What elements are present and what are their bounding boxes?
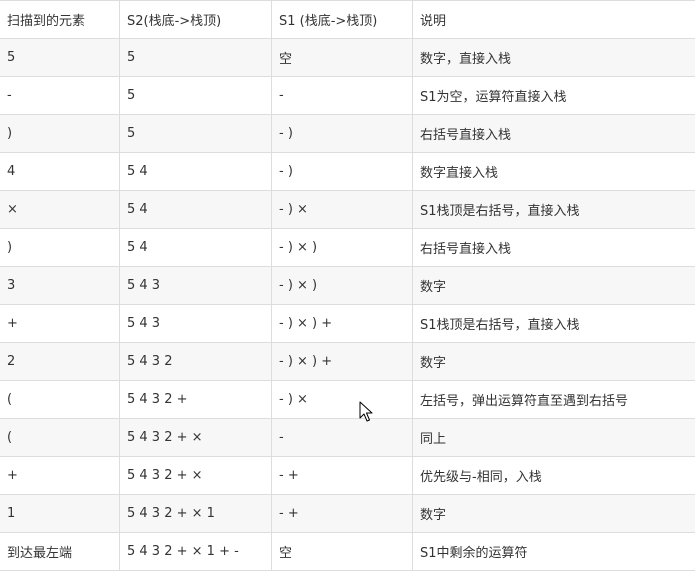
cell-s2-stack: 5 4 3 2 + × 1 xyxy=(119,494,272,533)
cell-scanned-element: 1 xyxy=(0,494,120,533)
table-row: (5 4 3 2 + - ) × 左括号，弹出运算符直至遇到右括号 xyxy=(0,380,695,419)
cell-scanned-element: ) xyxy=(0,114,120,153)
cell-s2-stack: 5 4 3 2 xyxy=(119,342,272,381)
cell-s2-stack: 5 4 3 2 + × 1 + - xyxy=(119,532,272,571)
table-row: 15 4 3 2 + × 1- + 数字 xyxy=(0,494,695,533)
cell-explanation: 数字 xyxy=(412,494,695,533)
cell-scanned-element: + xyxy=(0,456,120,495)
cell-s1-stack: - xyxy=(271,418,413,457)
cell-scanned-element: ( xyxy=(0,418,120,457)
table-row: +5 4 3- ) × ) + S1栈顶是右括号，直接入栈 xyxy=(0,304,695,343)
cell-s2-stack: 5 4 3 2 + × xyxy=(119,418,272,457)
cell-s1-stack: - xyxy=(271,76,413,115)
cell-s1-stack: - ) × ) + xyxy=(271,304,413,343)
cell-explanation: 数字 xyxy=(412,342,695,381)
table-row: 35 4 3- ) × ) 数字 xyxy=(0,266,695,305)
cell-s1-stack: - ) × xyxy=(271,190,413,229)
table-header: 扫描到的元素 S2(栈底->栈顶) S1 (栈底->栈顶) 说明 xyxy=(0,0,695,39)
cell-explanation: 同上 xyxy=(412,418,695,457)
cell-s1-stack: - ) × xyxy=(271,380,413,419)
cell-explanation: S1为空，运算符直接入栈 xyxy=(412,76,695,115)
header-row: 扫描到的元素 S2(栈底->栈顶) S1 (栈底->栈顶) 说明 xyxy=(0,0,695,39)
cell-explanation: S1中剩余的运算符 xyxy=(412,532,695,571)
cell-scanned-element: - xyxy=(0,76,120,115)
cell-s2-stack: 5 xyxy=(119,38,272,77)
cell-s1-stack: - + xyxy=(271,494,413,533)
cell-explanation: 数字直接入栈 xyxy=(412,152,695,191)
cell-s1-stack: - ) xyxy=(271,114,413,153)
cell-scanned-element: 3 xyxy=(0,266,120,305)
table-row: +5 4 3 2 + × - + 优先级与-相同，入栈 xyxy=(0,456,695,495)
cell-s1-stack: - + xyxy=(271,456,413,495)
cell-explanation: 优先级与-相同，入栈 xyxy=(412,456,695,495)
cell-s2-stack: 5 xyxy=(119,76,272,115)
table-row: 25 4 3 2- ) × ) + 数字 xyxy=(0,342,695,381)
table-row: -5- S1为空，运算符直接入栈 xyxy=(0,76,695,115)
cell-s1-stack: - ) × ) xyxy=(271,266,413,305)
cell-scanned-element: 5 xyxy=(0,38,120,77)
header-explanation: 说明 xyxy=(412,0,695,39)
table-row: 45 4- ) 数字直接入栈 xyxy=(0,152,695,191)
header-s2-stack: S2(栈底->栈顶) xyxy=(119,0,272,39)
cell-s1-stack: - ) xyxy=(271,152,413,191)
cell-explanation: 数字 xyxy=(412,266,695,305)
cell-s2-stack: 5 4 3 2 + × xyxy=(119,456,272,495)
cell-explanation: 右括号直接入栈 xyxy=(412,228,695,267)
table-body: 5 5 空数字，直接入栈 -5- S1为空，运算符直接入栈) 5- ) 右括号直接入栈 4 5 … xyxy=(0,38,695,571)
table-row: (5 4 3 2 + × - 同上 xyxy=(0,418,695,457)
cell-scanned-element: 2 xyxy=(0,342,120,381)
header-s1-stack: S1 (栈底->栈顶) xyxy=(271,0,413,39)
cell-scanned-element: + xyxy=(0,304,120,343)
cell-explanation: 左括号，弹出运算符直至遇到右括号 xyxy=(412,380,695,419)
cell-s2-stack: 5 4 3 xyxy=(119,266,272,305)
cell-scanned-element: × xyxy=(0,190,120,229)
table-row: × 5 4- ) × S1栈顶是右括号，直接入栈 xyxy=(0,190,695,229)
header-scanned-element: 扫描到的元素 xyxy=(0,0,120,39)
cell-s2-stack: 5 4 xyxy=(119,228,272,267)
cell-s1-stack: - ) × ) xyxy=(271,228,413,267)
table-row: 到达最左端 5 4 3 2 + × 1 + - 空 S1中剩余的运算符 xyxy=(0,532,695,571)
conversion-trace-table: 扫描到的元素 S2(栈底->栈顶) S1 (栈底->栈顶) 说明 5 5 空数字，直… xyxy=(0,0,695,571)
cell-s1-stack: 空 xyxy=(271,38,413,77)
cell-s2-stack: 5 4 3 xyxy=(119,304,272,343)
cell-s1-stack: 空 xyxy=(271,532,413,571)
table-row: ) 5 4- ) × ) 右括号直接入栈 xyxy=(0,228,695,267)
cell-explanation: 右括号直接入栈 xyxy=(412,114,695,153)
cell-s1-stack: - ) × ) + xyxy=(271,342,413,381)
cell-explanation: S1栈顶是右括号，直接入栈 xyxy=(412,304,695,343)
cell-scanned-element: ( xyxy=(0,380,120,419)
cell-scanned-element: 到达最左端 xyxy=(0,532,120,571)
cell-explanation: S1栈顶是右括号，直接入栈 xyxy=(412,190,695,229)
table-row: 5 5 空数字，直接入栈 xyxy=(0,38,695,77)
cell-s2-stack: 5 xyxy=(119,114,272,153)
cell-scanned-element: 4 xyxy=(0,152,120,191)
cell-s2-stack: 5 4 3 2 + xyxy=(119,380,272,419)
cell-s2-stack: 5 4 xyxy=(119,190,272,229)
cell-explanation: 数字，直接入栈 xyxy=(412,38,695,77)
cell-s2-stack: 5 4 xyxy=(119,152,272,191)
table-row: ) 5- ) 右括号直接入栈 xyxy=(0,114,695,153)
cell-scanned-element: ) xyxy=(0,228,120,267)
